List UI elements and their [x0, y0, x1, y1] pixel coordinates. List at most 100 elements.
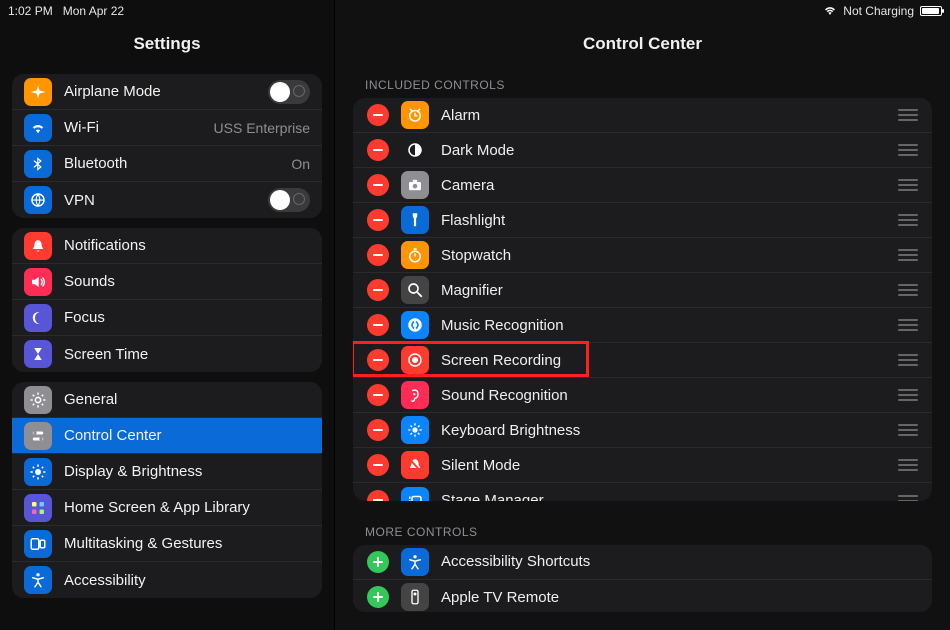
accessibility-icon — [24, 566, 52, 594]
multitask-icon — [24, 530, 52, 558]
drag-handle-icon[interactable] — [898, 495, 918, 501]
control-label: Flashlight — [441, 212, 898, 229]
drag-handle-icon[interactable] — [898, 109, 918, 121]
remove-control-button[interactable] — [367, 490, 389, 501]
sidebar-item-label: Screen Time — [64, 346, 310, 363]
remove-control-button[interactable] — [367, 209, 389, 231]
silentbell-icon — [401, 451, 429, 479]
sidebar-item-home-screen-app-library[interactable]: Home Screen & App Library — [12, 490, 322, 526]
more-header: MORE CONTROLS — [335, 519, 950, 545]
bluetooth-icon — [24, 150, 52, 178]
control-label: Silent Mode — [441, 457, 898, 474]
drag-handle-icon[interactable] — [898, 424, 918, 436]
drag-handle-icon[interactable] — [898, 249, 918, 261]
sidebar-item-value: USS Enterprise — [214, 120, 310, 136]
sidebar-item-label: Bluetooth — [64, 155, 291, 172]
drag-handle-icon[interactable] — [898, 389, 918, 401]
sidebar-title: Settings — [0, 26, 334, 68]
sidebar-item-multitasking-gestures[interactable]: Multitasking & Gestures — [12, 526, 322, 562]
sidebar-item-airplane-mode[interactable]: Airplane Mode — [12, 74, 322, 110]
sidebar-item-screen-time[interactable]: Screen Time — [12, 336, 322, 372]
control-row-flashlight: Flashlight — [353, 203, 932, 238]
more-controls-list: Accessibility ShortcutsApple TV Remote — [353, 545, 932, 612]
remove-control-button[interactable] — [367, 419, 389, 441]
sidebar-item-label: Focus — [64, 309, 310, 326]
remove-control-button[interactable] — [367, 139, 389, 161]
sidebar-item-value: On — [291, 156, 310, 172]
remove-control-button[interactable] — [367, 349, 389, 371]
sidebar-item-label: Control Center — [64, 427, 310, 444]
stage-icon — [401, 487, 429, 501]
control-label: Keyboard Brightness — [441, 422, 898, 439]
appletv-icon — [401, 583, 429, 611]
remove-control-button[interactable] — [367, 244, 389, 266]
sidebar-item-label: Home Screen & App Library — [64, 499, 310, 516]
add-control-button[interactable] — [367, 551, 389, 573]
speaker-icon — [24, 268, 52, 296]
sidebar-item-accessibility[interactable]: Accessibility — [12, 562, 322, 598]
remove-control-button[interactable] — [367, 279, 389, 301]
control-row-silent-mode: Silent Mode — [353, 448, 932, 483]
status-charging: Not Charging — [843, 4, 914, 18]
moon-icon — [24, 304, 52, 332]
sidebar-item-wi-fi[interactable]: Wi-FiUSS Enterprise — [12, 110, 322, 146]
drag-handle-icon[interactable] — [898, 179, 918, 191]
sidebar-item-general[interactable]: General — [12, 382, 322, 418]
gear-icon — [24, 386, 52, 414]
sidebar-item-label: General — [64, 391, 310, 408]
magnifier-icon — [401, 276, 429, 304]
sidebar-item-control-center[interactable]: Control Center — [12, 418, 322, 454]
control-row-keyboard-brightness: Keyboard Brightness — [353, 413, 932, 448]
toggle-switch[interactable] — [268, 80, 310, 104]
sidebar-item-display-brightness[interactable]: Display & Brightness — [12, 454, 322, 490]
add-control-button[interactable] — [367, 586, 389, 608]
control-label: Stopwatch — [441, 247, 898, 264]
sidebar-item-bluetooth[interactable]: BluetoothOn — [12, 146, 322, 182]
brightness-icon — [401, 416, 429, 444]
remove-control-button[interactable] — [367, 454, 389, 476]
switches-icon — [24, 422, 52, 450]
accessibility-icon — [401, 548, 429, 576]
drag-handle-icon[interactable] — [898, 284, 918, 296]
control-label: Camera — [441, 177, 898, 194]
sidebar-item-focus[interactable]: Focus — [12, 300, 322, 336]
record-icon — [401, 346, 429, 374]
sidebar-item-label: Notifications — [64, 237, 310, 254]
drag-handle-icon[interactable] — [898, 214, 918, 226]
remove-control-button[interactable] — [367, 174, 389, 196]
camera-icon — [401, 171, 429, 199]
hourglass-icon — [24, 340, 52, 368]
sidebar-item-label: Airplane Mode — [64, 83, 268, 100]
drag-handle-icon[interactable] — [898, 459, 918, 471]
sidebar-item-sounds[interactable]: Sounds — [12, 264, 322, 300]
sidebar-item-vpn[interactable]: VPN — [12, 182, 322, 218]
control-label: Screen Recording — [441, 352, 898, 369]
control-row-screen-recording: Screen Recording — [353, 343, 932, 378]
control-center-panel: Control Center INCLUDED CONTROLS AlarmDa… — [335, 0, 950, 630]
sidebar-item-notifications[interactable]: Notifications — [12, 228, 322, 264]
drag-handle-icon[interactable] — [898, 354, 918, 366]
sidebar-item-label: VPN — [64, 192, 268, 209]
control-label: Dark Mode — [441, 142, 898, 159]
status-bar: 1:02 PM Mon Apr 22 Not Charging — [0, 0, 950, 22]
toggle-switch[interactable] — [268, 188, 310, 212]
page-title: Control Center — [335, 26, 950, 72]
remove-control-button[interactable] — [367, 314, 389, 336]
sidebar-item-label: Accessibility — [64, 572, 310, 589]
settings-sidebar: Settings Airplane Mode Wi-FiUSS Enterpris… — [0, 0, 335, 630]
control-label: Alarm — [441, 107, 898, 124]
drag-handle-icon[interactable] — [898, 144, 918, 156]
remove-control-button[interactable] — [367, 384, 389, 406]
control-row-music-recognition: Music Recognition — [353, 308, 932, 343]
control-label: Music Recognition — [441, 317, 898, 334]
stopwatch-icon — [401, 241, 429, 269]
control-row-magnifier: Magnifier — [353, 273, 932, 308]
control-label: Stage Manager — [441, 492, 898, 501]
drag-handle-icon[interactable] — [898, 319, 918, 331]
bell-icon — [24, 232, 52, 260]
status-time: 1:02 PM — [8, 4, 53, 18]
shazam-icon — [401, 311, 429, 339]
control-label: Sound Recognition — [441, 387, 898, 404]
control-row-alarm: Alarm — [353, 98, 932, 133]
remove-control-button[interactable] — [367, 104, 389, 126]
